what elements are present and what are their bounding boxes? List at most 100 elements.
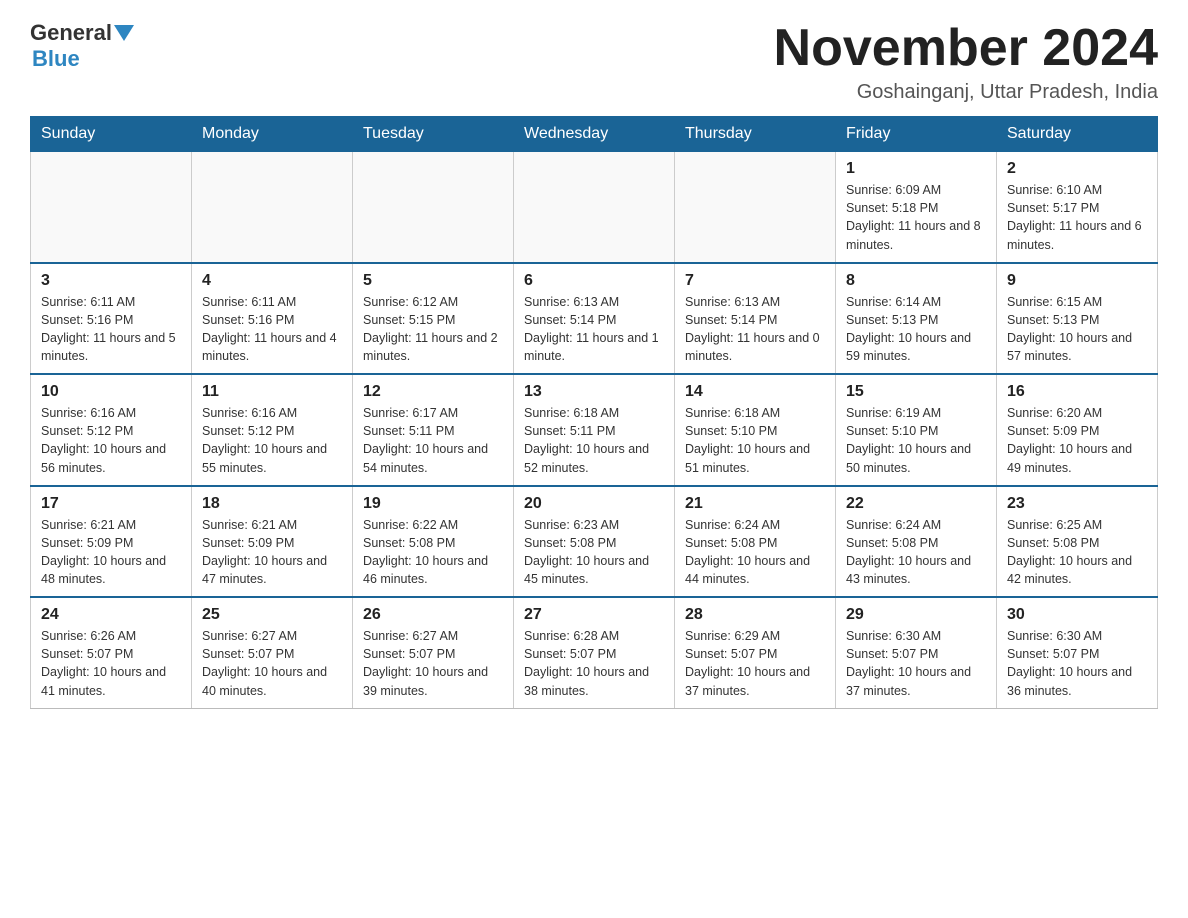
location-subtitle: Goshainganj, Uttar Pradesh, India	[774, 81, 1158, 104]
day-number: 1	[846, 160, 986, 178]
logo: General Blue	[30, 20, 136, 72]
day-info: Sunrise: 6:23 AMSunset: 5:08 PMDaylight:…	[524, 516, 664, 589]
day-number: 18	[202, 495, 342, 513]
calendar-cell: 2Sunrise: 6:10 AMSunset: 5:17 PMDaylight…	[997, 152, 1158, 263]
calendar-cell: 20 Sunrise: 6:23 AMSunset: 5:08 PMDayligh…	[514, 486, 675, 598]
calendar-cell	[514, 152, 675, 263]
day-info: Sunrise: 6:24 AMSunset: 5:08 PMDaylight:…	[685, 516, 825, 589]
day-info: Sunrise: 6:30 AMSunset: 5:07 PMDaylight:…	[1007, 627, 1147, 700]
calendar-cell: 13Sunrise: 6:18 AMSunset: 5:11 PMDayligh…	[514, 374, 675, 486]
calendar-cell: 17Sunrise: 6:21 AMSunset: 5:09 PMDayligh…	[31, 486, 192, 598]
day-number: 19	[363, 495, 503, 513]
day-number: 28	[685, 606, 825, 624]
day-number: 9	[1007, 272, 1147, 290]
day-info: Sunrise: 6:10 AMSunset: 5:17 PMDaylight:…	[1007, 181, 1147, 254]
calendar-week-row: 24 Sunrise: 6:26 AMSunset: 5:07 PMDayligh…	[31, 597, 1158, 708]
calendar-cell: 9 Sunrise: 6:15 AMSunset: 5:13 PMDaylight…	[997, 263, 1158, 375]
day-info: Sunrise: 6:13 AMSunset: 5:14 PMDaylight:…	[685, 293, 825, 366]
weekday-header-friday: Friday	[836, 117, 997, 152]
weekday-header-thursday: Thursday	[675, 117, 836, 152]
calendar-week-row: 17Sunrise: 6:21 AMSunset: 5:09 PMDayligh…	[31, 486, 1158, 598]
day-info: Sunrise: 6:28 AMSunset: 5:07 PMDaylight:…	[524, 627, 664, 700]
calendar-week-row: 3 Sunrise: 6:11 AMSunset: 5:16 PMDaylight…	[31, 263, 1158, 375]
day-info: Sunrise: 6:15 AMSunset: 5:13 PMDaylight:…	[1007, 293, 1147, 366]
logo-triangle-icon	[114, 25, 134, 41]
day-number: 23	[1007, 495, 1147, 513]
calendar-week-row: 10 Sunrise: 6:16 AMSunset: 5:12 PMDayligh…	[31, 374, 1158, 486]
day-number: 27	[524, 606, 664, 624]
day-number: 7	[685, 272, 825, 290]
calendar-cell: 19 Sunrise: 6:22 AMSunset: 5:08 PMDayligh…	[353, 486, 514, 598]
calendar-cell: 22Sunrise: 6:24 AMSunset: 5:08 PMDayligh…	[836, 486, 997, 598]
calendar-cell: 28 Sunrise: 6:29 AMSunset: 5:07 PMDayligh…	[675, 597, 836, 708]
day-number: 11	[202, 383, 342, 401]
page-header: General Blue November 2024 Goshainganj, …	[30, 20, 1158, 104]
day-info: Sunrise: 6:16 AMSunset: 5:12 PMDaylight:…	[41, 404, 181, 477]
day-number: 29	[846, 606, 986, 624]
day-number: 21	[685, 495, 825, 513]
calendar-cell: 16 Sunrise: 6:20 AMSunset: 5:09 PMDayligh…	[997, 374, 1158, 486]
day-number: 8	[846, 272, 986, 290]
day-info: Sunrise: 6:09 AMSunset: 5:18 PMDaylight:…	[846, 181, 986, 254]
calendar-cell: 5Sunrise: 6:12 AMSunset: 5:15 PMDaylight…	[353, 263, 514, 375]
day-info: Sunrise: 6:25 AMSunset: 5:08 PMDaylight:…	[1007, 516, 1147, 589]
calendar-cell: 15Sunrise: 6:19 AMSunset: 5:10 PMDayligh…	[836, 374, 997, 486]
calendar-cell: 18Sunrise: 6:21 AMSunset: 5:09 PMDayligh…	[192, 486, 353, 598]
weekday-header-sunday: Sunday	[31, 117, 192, 152]
day-info: Sunrise: 6:13 AMSunset: 5:14 PMDaylight:…	[524, 293, 664, 366]
day-info: Sunrise: 6:27 AMSunset: 5:07 PMDaylight:…	[202, 627, 342, 700]
calendar-cell: 10 Sunrise: 6:16 AMSunset: 5:12 PMDayligh…	[31, 374, 192, 486]
calendar-cell: 26 Sunrise: 6:27 AMSunset: 5:07 PMDayligh…	[353, 597, 514, 708]
calendar-cell: 30 Sunrise: 6:30 AMSunset: 5:07 PMDayligh…	[997, 597, 1158, 708]
day-number: 24	[41, 606, 181, 624]
calendar-cell: 3 Sunrise: 6:11 AMSunset: 5:16 PMDaylight…	[31, 263, 192, 375]
calendar-cell: 11 Sunrise: 6:16 AMSunset: 5:12 PMDayligh…	[192, 374, 353, 486]
calendar-table: SundayMondayTuesdayWednesdayThursdayFrid…	[30, 116, 1158, 709]
day-number: 13	[524, 383, 664, 401]
day-number: 30	[1007, 606, 1147, 624]
day-number: 16	[1007, 383, 1147, 401]
day-number: 25	[202, 606, 342, 624]
calendar-cell	[31, 152, 192, 263]
day-info: Sunrise: 6:22 AMSunset: 5:08 PMDaylight:…	[363, 516, 503, 589]
day-number: 26	[363, 606, 503, 624]
calendar-cell: 7 Sunrise: 6:13 AMSunset: 5:14 PMDaylight…	[675, 263, 836, 375]
calendar-cell: 4Sunrise: 6:11 AMSunset: 5:16 PMDaylight…	[192, 263, 353, 375]
day-info: Sunrise: 6:18 AMSunset: 5:10 PMDaylight:…	[685, 404, 825, 477]
calendar-cell: 14 Sunrise: 6:18 AMSunset: 5:10 PMDayligh…	[675, 374, 836, 486]
day-info: Sunrise: 6:26 AMSunset: 5:07 PMDaylight:…	[41, 627, 181, 700]
weekday-header-monday: Monday	[192, 117, 353, 152]
calendar-cell: 12 Sunrise: 6:17 AMSunset: 5:11 PMDayligh…	[353, 374, 514, 486]
calendar-cell	[192, 152, 353, 263]
day-info: Sunrise: 6:29 AMSunset: 5:07 PMDaylight:…	[685, 627, 825, 700]
day-number: 17	[41, 495, 181, 513]
calendar-cell: 1 Sunrise: 6:09 AMSunset: 5:18 PMDaylight…	[836, 152, 997, 263]
day-number: 10	[41, 383, 181, 401]
day-info: Sunrise: 6:27 AMSunset: 5:07 PMDaylight:…	[363, 627, 503, 700]
day-info: Sunrise: 6:16 AMSunset: 5:12 PMDaylight:…	[202, 404, 342, 477]
calendar-cell	[675, 152, 836, 263]
calendar-cell: 25 Sunrise: 6:27 AMSunset: 5:07 PMDayligh…	[192, 597, 353, 708]
day-info: Sunrise: 6:17 AMSunset: 5:11 PMDaylight:…	[363, 404, 503, 477]
calendar-cell: 27 Sunrise: 6:28 AMSunset: 5:07 PMDayligh…	[514, 597, 675, 708]
day-number: 4	[202, 272, 342, 290]
day-number: 14	[685, 383, 825, 401]
calendar-week-row: 1 Sunrise: 6:09 AMSunset: 5:18 PMDaylight…	[31, 152, 1158, 263]
day-info: Sunrise: 6:14 AMSunset: 5:13 PMDaylight:…	[846, 293, 986, 366]
logo-blue-text: Blue	[30, 46, 80, 72]
weekday-header-wednesday: Wednesday	[514, 117, 675, 152]
logo-general-text: General	[30, 20, 112, 46]
day-number: 20	[524, 495, 664, 513]
title-block: November 2024 Goshainganj, Uttar Pradesh…	[774, 20, 1158, 104]
calendar-cell: 23 Sunrise: 6:25 AMSunset: 5:08 PMDayligh…	[997, 486, 1158, 598]
calendar-cell	[353, 152, 514, 263]
day-info: Sunrise: 6:20 AMSunset: 5:09 PMDaylight:…	[1007, 404, 1147, 477]
day-number: 15	[846, 383, 986, 401]
calendar-cell: 24 Sunrise: 6:26 AMSunset: 5:07 PMDayligh…	[31, 597, 192, 708]
day-number: 12	[363, 383, 503, 401]
month-year-title: November 2024	[774, 20, 1158, 77]
day-info: Sunrise: 6:11 AMSunset: 5:16 PMDaylight:…	[41, 293, 181, 366]
day-info: Sunrise: 6:24 AMSunset: 5:08 PMDaylight:…	[846, 516, 986, 589]
calendar-cell: 21 Sunrise: 6:24 AMSunset: 5:08 PMDayligh…	[675, 486, 836, 598]
day-number: 3	[41, 272, 181, 290]
